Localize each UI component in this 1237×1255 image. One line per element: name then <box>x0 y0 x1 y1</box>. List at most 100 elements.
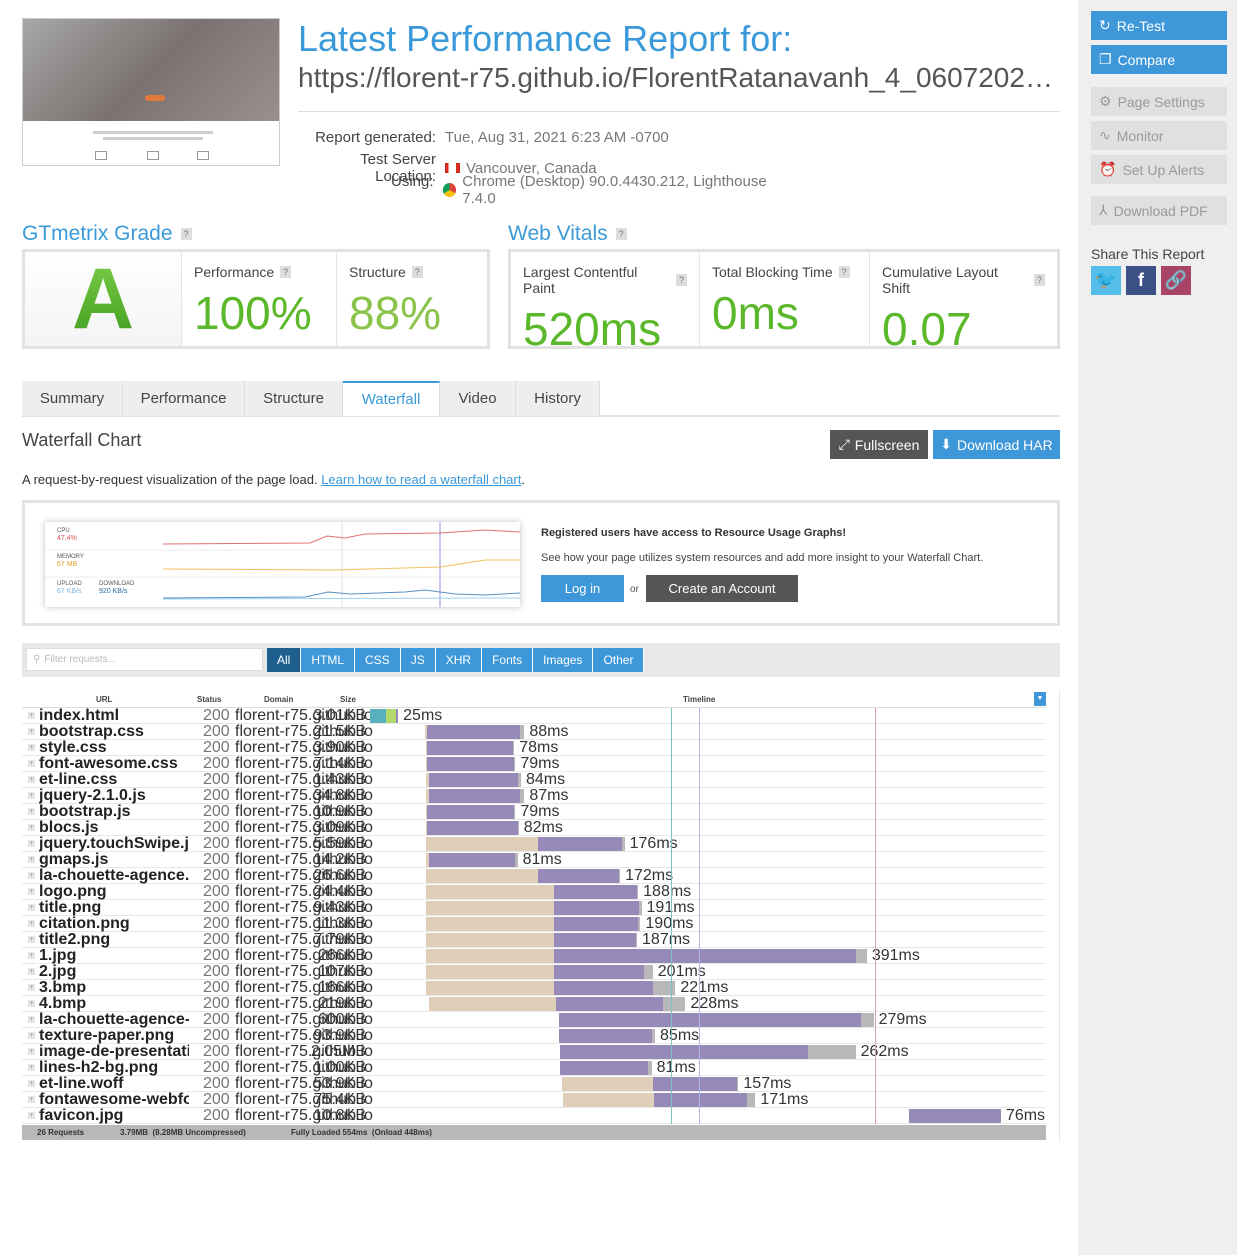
expand-icon[interactable]: + <box>28 1096 35 1103</box>
timing-waiting-bar[interactable] <box>747 1093 756 1107</box>
tab-history[interactable]: History <box>516 381 600 416</box>
expand-icon[interactable]: + <box>28 776 35 783</box>
timing-waiting-bar[interactable] <box>618 869 621 883</box>
header-timeline[interactable]: Timeline <box>683 695 715 704</box>
timing-blocked-bar[interactable] <box>426 981 554 995</box>
timing-blocked-bar[interactable] <box>426 917 554 931</box>
expand-icon[interactable]: + <box>28 840 35 847</box>
create-account-button[interactable]: Create an Account <box>646 575 798 602</box>
table-row[interactable]: + favicon.jpg 200 florent-r75.github.io 10.8… <box>22 1107 1046 1125</box>
help-icon[interactable]: ? <box>838 266 850 278</box>
expand-icon[interactable]: + <box>28 1000 35 1007</box>
link-share-button[interactable]: 🔗 <box>1161 266 1191 295</box>
expand-icon[interactable]: + <box>28 968 35 975</box>
filter-requests-input[interactable]: ⚲ Filter requests... <box>26 648 263 671</box>
expand-icon[interactable]: + <box>28 1080 35 1087</box>
timing-receiving-bar[interactable] <box>427 725 520 739</box>
timing-blocked-bar[interactable] <box>426 949 554 963</box>
timing-waiting-bar[interactable] <box>514 805 516 819</box>
expand-icon[interactable]: + <box>28 824 35 831</box>
timing-receiving-bar[interactable] <box>908 1109 1001 1123</box>
help-icon[interactable]: ? <box>411 266 423 278</box>
timing-waiting-bar[interactable] <box>651 1029 656 1043</box>
facebook-share-button[interactable]: f <box>1126 266 1156 295</box>
timing-waiting-bar[interactable] <box>643 965 653 979</box>
help-icon[interactable]: ? <box>280 266 292 278</box>
timing-receiving-bar[interactable] <box>553 917 639 931</box>
timing-waiting-bar[interactable] <box>639 901 642 915</box>
filter-fonts-button[interactable]: Fonts <box>482 648 534 672</box>
timing-receiving-bar[interactable] <box>560 1045 809 1059</box>
filter-xhr-button[interactable]: XHR <box>435 648 483 672</box>
header-size[interactable]: Size <box>340 695 356 704</box>
expand-icon[interactable]: + <box>28 1064 35 1071</box>
timing-receiving-bar[interactable] <box>553 965 644 979</box>
tab-summary[interactable]: Summary <box>22 381 123 416</box>
help-icon[interactable]: ? <box>1034 274 1045 286</box>
learn-waterfall-link[interactable]: Learn how to read a waterfall chart <box>321 472 521 487</box>
monitor-button[interactable]: ∿ Monitor <box>1091 121 1227 150</box>
timing-receiving-bar[interactable] <box>559 1013 862 1027</box>
timing-blocked-bar[interactable] <box>428 997 556 1011</box>
timing-blocked-bar[interactable] <box>426 901 554 915</box>
tab-performance[interactable]: Performance <box>123 381 245 416</box>
expand-icon[interactable]: + <box>28 856 35 863</box>
timing-receiving-bar[interactable] <box>428 789 520 803</box>
expand-icon[interactable]: + <box>28 1048 35 1055</box>
timing-waiting-bar[interactable] <box>519 789 525 803</box>
filter-all-button[interactable]: All <box>267 648 302 672</box>
timing-receiving-bar[interactable] <box>553 981 653 995</box>
filter-html-button[interactable]: HTML <box>301 648 356 672</box>
timing-dns-bar[interactable] <box>370 709 386 723</box>
timing-blocked-bar[interactable] <box>426 837 538 851</box>
expand-icon[interactable]: + <box>28 1112 35 1119</box>
timing-waiting-bar[interactable] <box>635 933 638 947</box>
timing-receiving-bar[interactable] <box>427 805 515 819</box>
timing-receiving-bar[interactable] <box>553 933 636 947</box>
expand-icon[interactable]: + <box>28 808 35 815</box>
timing-blocked-bar[interactable] <box>561 1077 653 1091</box>
header-domain[interactable]: Domain <box>264 695 293 704</box>
timing-receiving-bar[interactable] <box>427 821 518 835</box>
fullscreen-button[interactable]: ⤢ Fullscreen <box>830 430 928 459</box>
tab-waterfall[interactable]: Waterfall <box>343 381 440 416</box>
timing-blocked-bar[interactable] <box>426 965 554 979</box>
expand-icon[interactable]: + <box>28 952 35 959</box>
timing-receiving-bar[interactable] <box>553 949 856 963</box>
filter-js-button[interactable]: JS <box>400 648 436 672</box>
download-pdf-button[interactable]: ⅄ Download PDF <box>1091 196 1227 225</box>
expand-icon[interactable]: + <box>28 792 35 799</box>
timing-waiting-bar[interactable] <box>737 1077 739 1091</box>
timeline-dropdown-icon[interactable]: ▼ <box>1034 692 1046 706</box>
timing-blocked-bar[interactable] <box>426 885 554 899</box>
expand-icon[interactable]: + <box>28 1016 35 1023</box>
login-button[interactable]: Log in <box>541 575 624 602</box>
timing-waiting-bar[interactable] <box>517 821 519 835</box>
timing-receiving-bar[interactable] <box>553 901 640 915</box>
timing-receiving-bar[interactable] <box>427 741 514 755</box>
timing-receiving-bar[interactable] <box>559 1029 652 1043</box>
filter-css-button[interactable]: CSS <box>355 648 401 672</box>
expand-icon[interactable]: + <box>28 984 35 991</box>
timing-waiting-bar[interactable] <box>515 853 518 867</box>
expand-icon[interactable]: + <box>28 744 35 751</box>
retest-button[interactable]: ↻ Re-Test <box>1091 11 1227 40</box>
download-har-button[interactable]: ⬇ Download HAR <box>933 430 1060 459</box>
request-url[interactable]: favicon.jpg <box>39 1107 189 1125</box>
timing-connect-bar[interactable] <box>385 709 396 723</box>
timing-waiting-bar[interactable] <box>517 773 521 787</box>
header-status[interactable]: Status <box>197 695 221 704</box>
timing-waiting-bar[interactable] <box>855 949 867 963</box>
timing-blocked-bar[interactable] <box>562 1093 654 1107</box>
timing-waiting-bar[interactable] <box>652 981 676 995</box>
timing-waiting-bar[interactable] <box>648 1061 652 1075</box>
expand-icon[interactable]: + <box>28 936 35 943</box>
timing-blocked-bar[interactable] <box>426 869 538 883</box>
timing-waiting-bar[interactable] <box>638 917 641 931</box>
timing-blocked-bar[interactable] <box>426 933 554 947</box>
tab-video[interactable]: Video <box>440 381 516 416</box>
expand-icon[interactable]: + <box>28 888 35 895</box>
timing-receiving-bar[interactable] <box>428 773 518 787</box>
timing-waiting-bar[interactable] <box>513 741 515 755</box>
filter-images-button[interactable]: Images <box>533 648 594 672</box>
